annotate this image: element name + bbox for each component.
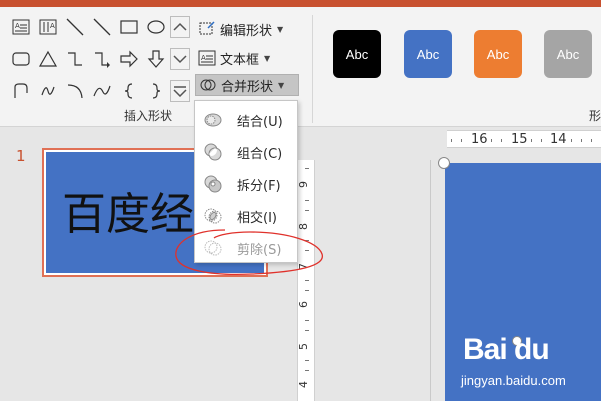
editor-divider: [430, 160, 431, 401]
vruler-tick: [305, 360, 309, 361]
shape-style-black[interactable]: Abc: [333, 30, 381, 78]
menu-item-label: 组合(C): [237, 146, 283, 162]
triangle-shape-icon[interactable]: [37, 48, 59, 70]
vertical-text-box-shape-icon[interactable]: A: [37, 16, 59, 38]
combine-icon: [204, 143, 222, 161]
svg-text:A: A: [50, 22, 55, 30]
edit-shape-label: 编辑形状: [220, 23, 273, 39]
menu-item-union[interactable]: 结合(U): [195, 105, 297, 135]
shape-gallery: A A: [10, 16, 170, 102]
freeform-shape-icon[interactable]: [10, 80, 32, 102]
vruler-label: 6: [297, 301, 310, 308]
menu-item-combine[interactable]: 组合(C): [195, 137, 297, 167]
vruler-tick: [305, 330, 309, 331]
text-box-shape-icon[interactable]: A: [10, 16, 32, 38]
hruler-label: 16: [471, 132, 488, 147]
hruler-tick: [581, 139, 582, 142]
shape-styles-group-label: 形: [589, 109, 601, 123]
vruler-tick: [305, 290, 309, 291]
horizontal-ruler: 16 15 14: [447, 130, 601, 148]
gallery-more-icon[interactable]: [170, 80, 190, 102]
vruler-tick: [305, 320, 309, 321]
svg-text:A: A: [201, 54, 206, 62]
text-box-label: 文本框: [220, 52, 260, 68]
vruler-label: 5: [297, 343, 310, 350]
shape-style-blue[interactable]: Abc: [404, 30, 452, 78]
curve-shape-icon[interactable]: [91, 80, 113, 102]
edit-shape-dropdown-icon: ▼: [277, 24, 284, 34]
resize-handle[interactable]: [438, 157, 450, 169]
edit-shape-button[interactable]: 编辑形状 ▼: [198, 18, 283, 40]
vruler-label: 9: [297, 181, 310, 188]
ribbon: A A 插入形状 编辑形状 ▼ A 文本框 ▼ 合并形状 ▼ Abc Abc A…: [0, 7, 601, 127]
gallery-scroll-down-icon[interactable]: [170, 48, 190, 70]
slide-number: 1: [16, 147, 26, 165]
svg-text:A: A: [15, 22, 20, 30]
rounded-rectangle-shape-icon[interactable]: [10, 48, 32, 70]
text-box-button[interactable]: A 文本框 ▼: [198, 47, 270, 69]
shape-gallery-scroll: [170, 16, 190, 102]
vruler-tick: [305, 210, 309, 211]
shape-style-black-label: Abc: [345, 46, 369, 62]
merge-shapes-label: 合并形状: [221, 79, 274, 95]
edit-shape-icon: [198, 20, 216, 38]
red-annotation-circle: [175, 229, 323, 276]
hruler-tick: [491, 139, 492, 142]
elbow-connector-shape-icon[interactable]: [64, 48, 86, 70]
insert-shapes-group-label: 插入形状: [124, 109, 173, 123]
right-brace-shape-icon[interactable]: [145, 80, 167, 102]
menu-item-label: 结合(U): [237, 114, 283, 130]
right-arrow-shape-icon[interactable]: [118, 48, 140, 70]
down-arrow-shape-icon[interactable]: [145, 48, 167, 70]
vruler-label: 4: [297, 381, 310, 388]
shape-style-gray-label: Abc: [556, 46, 580, 62]
merge-shapes-button[interactable]: 合并形状 ▼: [195, 74, 299, 96]
shape-style-gray[interactable]: Abc: [544, 30, 592, 78]
diagonal-line-shape-icon[interactable]: [91, 16, 113, 38]
watermark-url: jingyan.baidu.com: [461, 373, 566, 388]
shape-style-orange[interactable]: Abc: [474, 30, 522, 78]
hruler-tick: [501, 139, 502, 142]
hruler-label: 14: [550, 132, 567, 147]
fragment-icon: [204, 175, 222, 193]
line-shape-icon[interactable]: [64, 16, 86, 38]
title-bar-strip: [0, 0, 601, 7]
hruler-tick: [591, 139, 592, 142]
elbow-arrow-connector-shape-icon[interactable]: [91, 48, 113, 70]
ribbon-separator: [312, 15, 313, 123]
baidu-watermark: Bai du jingyan.baidu.com: [455, 333, 601, 401]
hruler-tick: [531, 139, 532, 142]
vruler-tick: [305, 200, 309, 201]
powerpoint-window: A A 插入形状 编辑形状 ▼ A 文本框 ▼ 合并形状 ▼ Abc Abc A…: [0, 0, 601, 401]
vruler-tick: [305, 168, 309, 169]
gallery-scroll-up-icon[interactable]: [170, 16, 190, 38]
hruler-tick: [571, 139, 572, 142]
hruler-tick: [541, 139, 542, 142]
vruler-tick: [305, 370, 309, 371]
baidu-logo: Bai du: [463, 333, 550, 366]
shape-style-orange-label: Abc: [486, 46, 510, 62]
hruler-tick: [451, 139, 452, 142]
union-icon: [204, 113, 222, 127]
merge-shapes-icon: [199, 76, 217, 94]
menu-item-label: 拆分(F): [237, 178, 281, 194]
shape-style-blue-label: Abc: [416, 46, 440, 62]
scribble-shape-icon[interactable]: [37, 80, 59, 102]
hruler-tick: [461, 139, 462, 142]
merge-shapes-dropdown-icon: ▼: [278, 80, 285, 90]
oval-shape-icon[interactable]: [145, 16, 167, 38]
hruler-label: 15: [511, 132, 528, 147]
menu-item-fragment[interactable]: 拆分(F): [195, 169, 297, 199]
arc-shape-icon[interactable]: [64, 80, 86, 102]
text-box-dropdown-icon: ▼: [264, 53, 271, 63]
rectangle-shape-icon[interactable]: [118, 16, 140, 38]
text-box-icon: A: [198, 49, 216, 67]
left-brace-shape-icon[interactable]: [118, 80, 140, 102]
